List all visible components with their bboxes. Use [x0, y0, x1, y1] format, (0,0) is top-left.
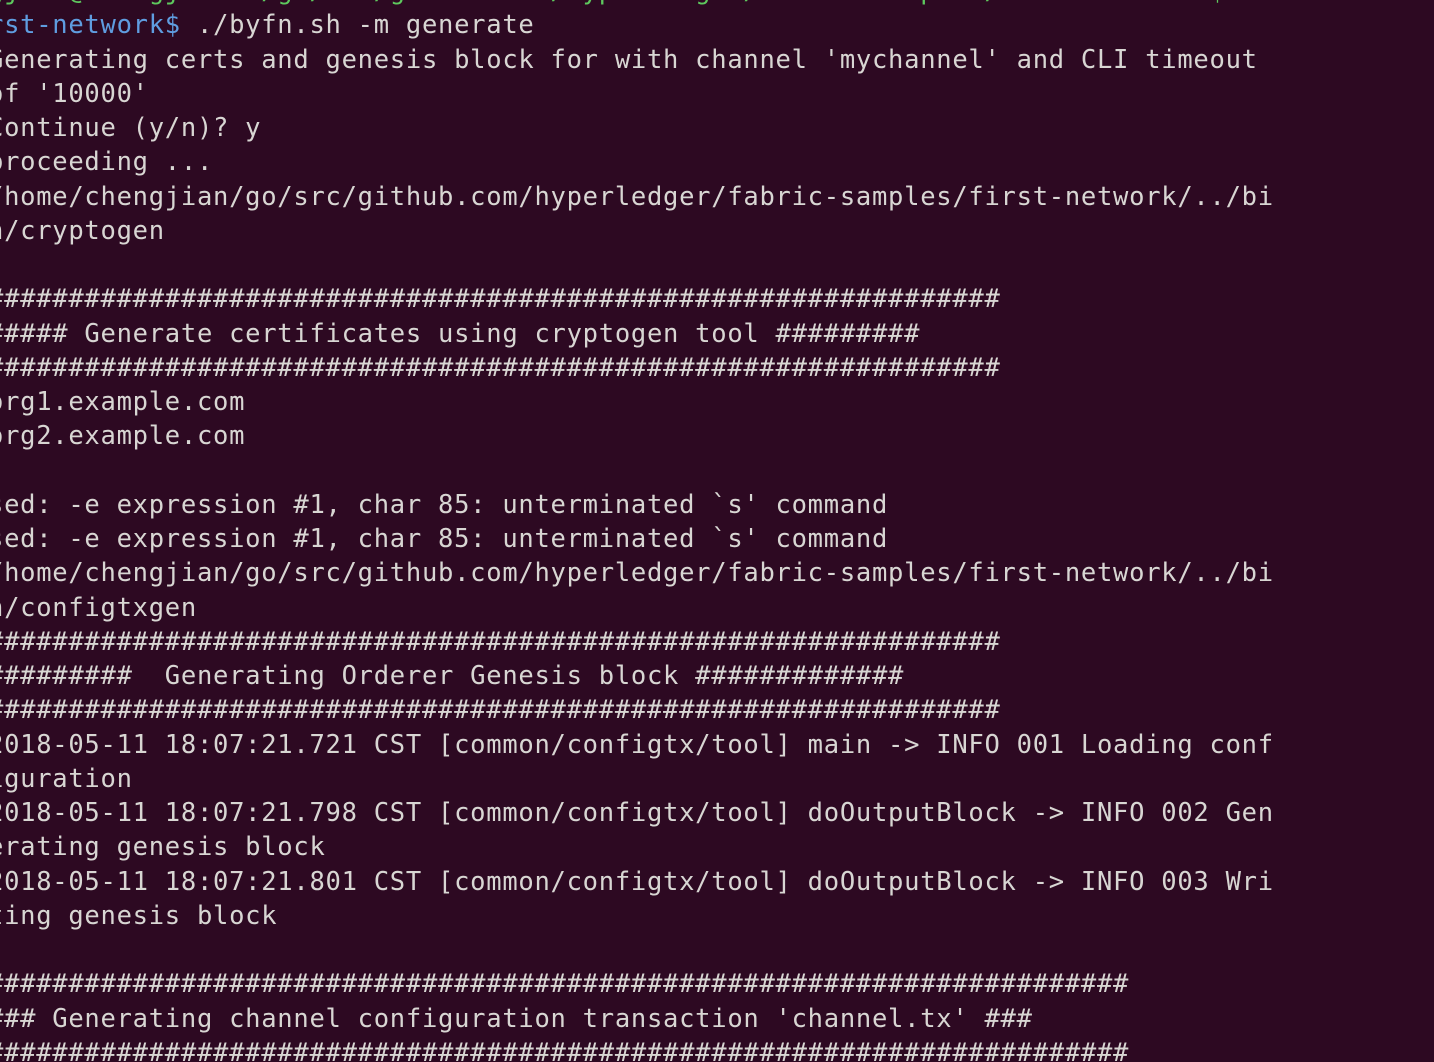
terminal-line: Generating certs and genesis block for w… [0, 43, 1274, 77]
terminal-line: /home/chengjian/go/src/github.com/hyperl… [0, 180, 1274, 214]
terminal-line: ########################################… [0, 693, 1274, 727]
terminal-line: sed: -e expression #1, char 85: untermin… [0, 488, 1274, 522]
terminal-text-segment: 2018-05-11 18:07:21.798 CST [common/conf… [0, 798, 1274, 828]
terminal-text-segment: of '10000' [0, 78, 149, 109]
terminal-line: ########################################… [0, 282, 1274, 316]
terminal-line: ########################################… [0, 625, 1274, 659]
terminal-text-segment: ##### Generate certificates using crypto… [0, 318, 921, 349]
terminal-text-segment: 2018-05-11 18:07:21.801 CST [common/conf… [0, 866, 1274, 897]
terminal-text-segment: Continue (y/n)? y [0, 113, 262, 143]
terminal-line: ########################################… [0, 967, 1274, 1001]
terminal-text-segment: iguration [0, 763, 133, 794]
terminal-line: ting genesis block [0, 899, 1274, 933]
terminal-text-segment: rst-network$ [0, 10, 181, 41]
terminal-text-segment: erating genesis block [0, 832, 326, 863]
terminal-line: /home/chengjian/go/src/github.com/hyperl… [0, 556, 1274, 590]
terminal-text-segment: ./byfn.sh -m generate [180, 10, 535, 41]
terminal-text-segment: ########################################… [0, 969, 1130, 1000]
terminal-text-segment: ### Generating channel configuration tra… [0, 1003, 1033, 1034]
terminal-text-segment: sed: -e expression #1, char 85: untermin… [0, 489, 889, 520]
terminal-line: org1.example.com [0, 385, 1274, 419]
terminal-line: org2.example.com [0, 419, 1274, 453]
terminal-line: n/configtxgen [0, 591, 1274, 625]
terminal-line: ### Generating channel configuration tra… [0, 1002, 1274, 1036]
terminal-line: of '10000' [0, 77, 1274, 111]
terminal-text-segment: /home/chengjian/go/src/github.com/hyperl… [0, 181, 1274, 212]
terminal-text-segment: ting genesis block [0, 900, 278, 931]
terminal-line: 2018-05-11 18:07:21.801 CST [common/conf… [0, 865, 1274, 899]
terminal-line: sed: -e expression #1, char 85: untermin… [0, 522, 1274, 556]
terminal-text-segment: n/cryptogen [0, 215, 165, 246]
terminal-text-segment: org2.example.com [0, 421, 246, 452]
terminal-text-segment: Generating certs and genesis block for w… [0, 44, 1258, 75]
terminal-text-segment: ########################################… [0, 284, 1001, 315]
terminal-line: rst-network$ ./byfn.sh -m generate [0, 8, 1274, 42]
terminal-text-segment: ########################################… [0, 1037, 1130, 1062]
terminal-line: ##### Generate certificates using crypto… [0, 317, 1274, 351]
terminal-line: n/cryptogen [0, 214, 1274, 248]
terminal-text-segment: ########################################… [0, 695, 1001, 726]
terminal-line: ######### Generating Orderer Genesis blo… [0, 659, 1274, 693]
terminal-text-segment: org1.example.com [0, 387, 246, 417]
terminal-text-segment: sed: -e expression #1, char 85: untermin… [0, 524, 889, 554]
terminal-screen[interactable]: gjian@chengjian:~/go/src/github.com/hype… [0, 0, 1274, 1062]
terminal-line: 2018-05-11 18:07:21.721 CST [common/conf… [0, 728, 1274, 762]
terminal-text-segment: ######### Generating Orderer Genesis blo… [0, 661, 905, 691]
terminal-text-segment: /home/chengjian/go/src/github.com/hyperl… [0, 558, 1274, 589]
terminal-line: gjian@chengjian:~/go/src/github.com/hype… [0, 0, 1274, 8]
terminal-line: ########################################… [0, 1036, 1274, 1062]
terminal-text-segment: ########################################… [0, 626, 1001, 657]
terminal-line: iguration [0, 762, 1274, 796]
terminal-text-segment: proceeding ... [0, 147, 214, 178]
terminal-line: proceeding ... [0, 145, 1274, 179]
terminal-text-segment: 2018-05-11 18:07:21.721 CST [common/conf… [0, 729, 1274, 760]
terminal-text-segment: gjian@chengjian:~/go/src/github.com/hype… [0, 0, 1226, 6]
terminal-text-segment: n/configtxgen [0, 592, 197, 623]
terminal-text-segment: ########################################… [0, 352, 1001, 383]
terminal-line: Continue (y/n)? y [0, 111, 1274, 145]
terminal-window[interactable]: gjian@chengjian:~/go/src/github.com/hype… [0, 0, 1434, 1062]
terminal-line: erating genesis block [0, 830, 1274, 864]
terminal-line: 2018-05-11 18:07:21.798 CST [common/conf… [0, 796, 1274, 830]
terminal-line: ########################################… [0, 351, 1274, 385]
